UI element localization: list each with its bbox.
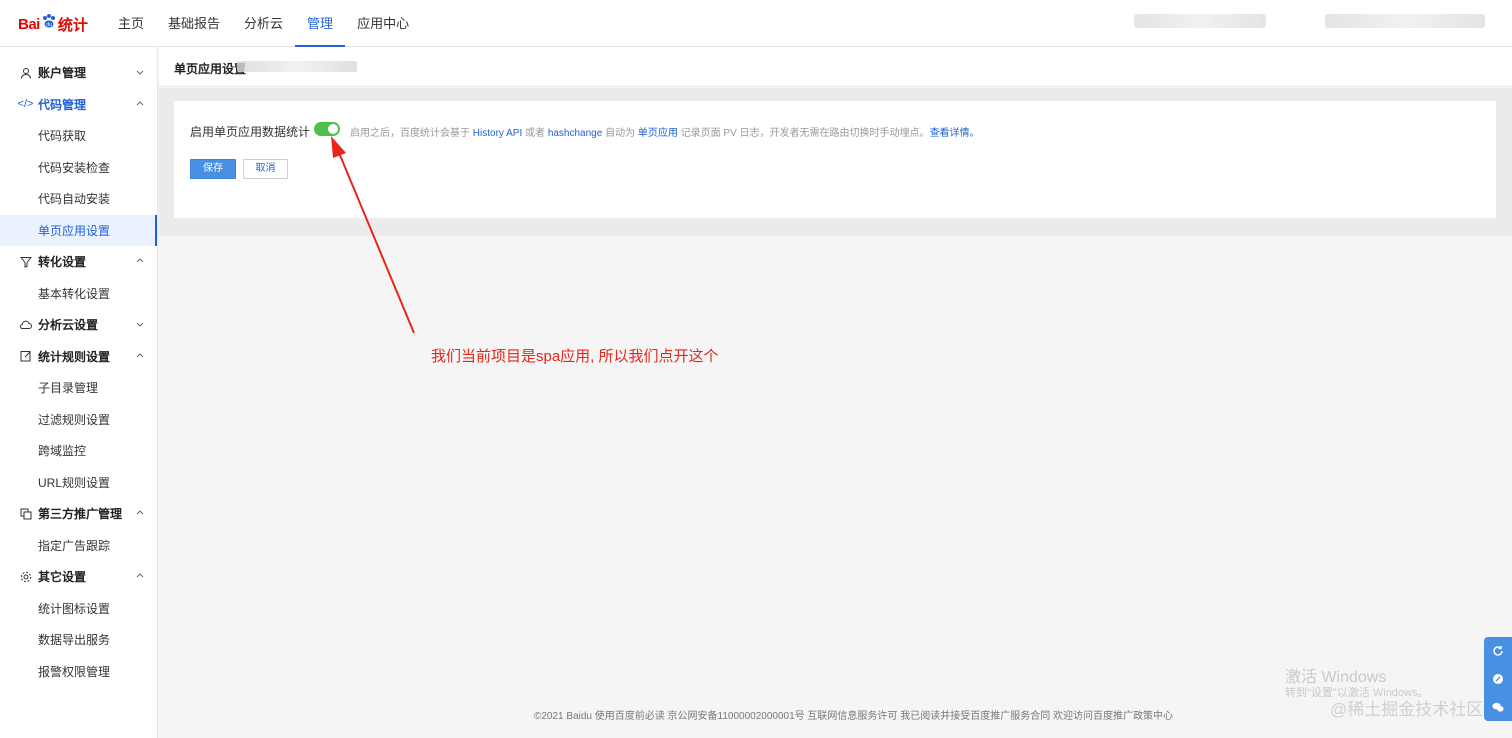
sidebar-group-account[interactable]: 账户管理: [0, 57, 157, 89]
nav-home[interactable]: 主页: [106, 0, 156, 47]
spa-toggle-description: 启用之后，百度统计会基于 History API 或者 hashchange 自…: [350, 124, 980, 139]
sidebar-item-ad-tracking[interactable]: 指定广告跟踪: [0, 530, 157, 562]
floating-toolbar: [1484, 637, 1512, 721]
spa-stats-toggle[interactable]: [314, 122, 340, 136]
history-api-link[interactable]: History API: [473, 128, 522, 139]
code-icon: </>: [17, 98, 34, 111]
chat-icon[interactable]: [1492, 701, 1504, 713]
annotation-text: 我们当前项目是spa应用, 所以我们点开这个: [431, 348, 719, 365]
page-title: 单页应用设置: [174, 62, 247, 76]
account-info-redacted[interactable]: [1134, 14, 1266, 28]
nav-manage[interactable]: 管理: [295, 0, 346, 47]
copy-icon: [19, 507, 32, 520]
sidebar-item-stat-icon[interactable]: 统计图标设置: [0, 593, 157, 625]
view-details-link[interactable]: 查看详情。: [930, 128, 980, 139]
spa-toggle-label: 启用单页应用数据统计: [190, 125, 311, 139]
desc-text: 或者: [522, 128, 548, 139]
nav-app-center[interactable]: 应用中心: [345, 0, 421, 47]
sidebar-item-code-install-check[interactable]: 代码安装检查: [0, 152, 157, 184]
sidebar-group-other-settings[interactable]: 其它设置: [0, 561, 157, 593]
chevron-up-icon: [136, 352, 144, 357]
sidebar-group-third-party[interactable]: 第三方推广管理: [0, 498, 157, 530]
svg-text:du: du: [46, 22, 52, 28]
logo-text-tongji: 统计: [57, 16, 88, 34]
spa-link[interactable]: 单页应用: [638, 128, 678, 139]
watermark: @稀土掘金技术社区: [1330, 700, 1484, 719]
edit-icon[interactable]: [1492, 673, 1504, 685]
sidebar-group-label: 账户管理: [38, 66, 87, 81]
sidebar-item-code-get[interactable]: 代码获取: [0, 120, 157, 152]
nav-basic-report[interactable]: 基础报告: [156, 0, 232, 47]
logo-text-bai: Bai: [18, 15, 40, 33]
toggle-knob: [328, 124, 338, 134]
chevron-up-icon: [136, 510, 144, 515]
desc-text: 记录页面 PV 日志，开发者无需在路由切换时手动埋点。: [677, 128, 930, 139]
hashchange-link[interactable]: hashchange: [548, 128, 603, 139]
sidebar-item-data-export[interactable]: 数据导出服务: [0, 624, 157, 656]
nav-analytics-cloud[interactable]: 分析云: [232, 0, 295, 47]
sidebar-group-stat-rules[interactable]: 统计规则设置: [0, 341, 157, 373]
spa-settings-panel: 启用单页应用数据统计 启用之后，百度统计会基于 History API 或者 h…: [174, 101, 1496, 218]
footer: ©2021 Baidu 使用百度前必读 京公网安备11000002000001号…: [534, 711, 1173, 722]
main-nav: 主页 基础报告 分析云 管理 应用中心: [106, 0, 421, 47]
gear-icon: [19, 570, 32, 583]
chevron-up-icon: [136, 573, 144, 578]
chevron-down-icon: [136, 322, 144, 327]
user-icon: [19, 66, 32, 79]
edit-icon: [19, 350, 32, 363]
site-name-redacted: [237, 61, 357, 72]
sidebar-group-label: 第三方推广管理: [38, 507, 123, 522]
desc-text: 启用之后，百度统计会基于: [350, 128, 473, 139]
filter-icon: [19, 255, 32, 268]
sidebar-item-url-rules[interactable]: URL规则设置: [0, 467, 157, 499]
sidebar: 账户管理 </> 代码管理 代码获取 代码安装检查 代码自动安装 单页应用设置 …: [0, 47, 158, 738]
sidebar-group-label: 转化设置: [38, 255, 87, 270]
baidu-paw-icon: du: [42, 14, 55, 28]
chevron-up-icon: [136, 258, 144, 263]
top-header: Bai du 统计 主页 基础报告 分析云 管理 应用中心: [0, 0, 1512, 47]
chevron-up-icon: [136, 100, 144, 105]
cloud-icon: [19, 318, 32, 331]
baidu-tongji-logo[interactable]: Bai du 统计: [18, 11, 88, 37]
sidebar-group-analytics-cloud[interactable]: 分析云设置: [0, 309, 157, 341]
save-button[interactable]: 保存: [190, 159, 236, 179]
desc-text: 自动为: [602, 128, 638, 139]
refresh-icon[interactable]: [1492, 645, 1504, 657]
header-icons-redacted[interactable]: [1325, 14, 1485, 28]
breadcrumb-bar: 单页应用设置: [159, 47, 1512, 87]
sidebar-item-alert-permissions[interactable]: 报警权限管理: [0, 656, 157, 688]
sidebar-group-label: 分析云设置: [38, 318, 99, 333]
sidebar-item-subdirectory[interactable]: 子目录管理: [0, 372, 157, 404]
sidebar-group-label: 统计规则设置: [38, 349, 111, 364]
chevron-down-icon: [136, 70, 144, 75]
sidebar-item-filter-rules[interactable]: 过滤规则设置: [0, 404, 157, 436]
sidebar-item-code-auto-install[interactable]: 代码自动安装: [0, 183, 157, 215]
sidebar-item-basic-conversion[interactable]: 基本转化设置: [0, 278, 157, 310]
sidebar-group-code[interactable]: </> 代码管理: [0, 89, 157, 121]
sidebar-item-spa-settings[interactable]: 单页应用设置: [0, 214, 157, 246]
sidebar-item-cross-domain[interactable]: 跨域监控: [0, 435, 157, 467]
sidebar-group-conversion[interactable]: 转化设置: [0, 246, 157, 278]
sidebar-group-label: 其它设置: [38, 570, 87, 585]
cancel-button[interactable]: 取消: [243, 159, 288, 179]
sidebar-group-label: 代码管理: [38, 97, 87, 112]
